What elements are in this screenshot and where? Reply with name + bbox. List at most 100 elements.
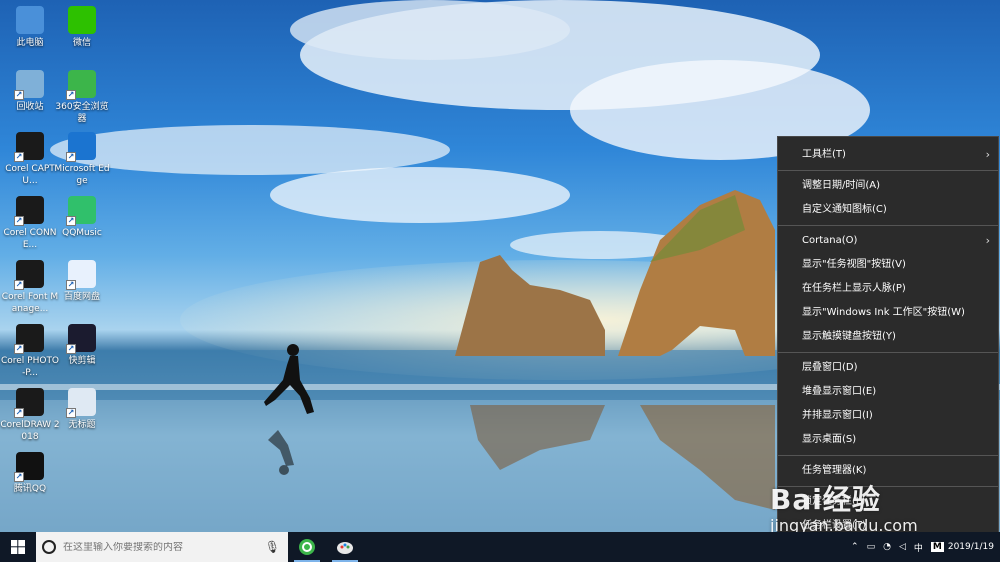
desktop-icon-label: 无标题: [68, 420, 96, 430]
context-menu-item[interactable]: 堆叠显示窗口(E): [778, 380, 998, 404]
blank-file-icon: ↗: [66, 388, 96, 418]
microphone-icon[interactable]: 🎙: [265, 540, 280, 554]
wechat-icon: [68, 6, 96, 34]
menu-separator: [778, 455, 998, 456]
context-menu-item[interactable]: 显示触摸键盘按钮(Y): [778, 325, 998, 349]
baidu-netdisk-icon: ↗: [66, 260, 96, 290]
desktop-icon[interactable]: 此电脑: [0, 6, 60, 49]
menu-item-label: 层叠窗口(D): [802, 362, 858, 373]
menu-separator: [778, 352, 998, 353]
ime-mode-indicator[interactable]: M: [930, 542, 944, 552]
desktop-icon-label: QQMusic: [62, 228, 102, 238]
desktop-icon[interactable]: ↗ QQMusic: [52, 196, 112, 239]
desktop-icon-label: 快剪辑: [68, 356, 96, 366]
menu-item-label: 显示"任务视图"按钮(V): [802, 259, 906, 270]
shortcut-arrow-icon: ↗: [66, 152, 76, 162]
desktop-icon[interactable]: ↗ Corel CONNE...: [0, 196, 60, 251]
desktop-icon-label: 百度网盘: [63, 292, 100, 302]
context-menu-item[interactable]: 显示桌面(S): [778, 428, 998, 452]
watermark-brand: Bai经验: [770, 483, 881, 516]
context-menu-item[interactable]: 工具栏(T) ›: [778, 143, 998, 167]
context-menu-item[interactable]: 显示"任务视图"按钮(V): [778, 253, 998, 277]
coreldraw-icon: ↗: [14, 388, 44, 418]
desktop-icon[interactable]: ↗ CorelDRAW 2018: [0, 388, 60, 443]
shortcut-arrow-icon: ↗: [66, 408, 76, 418]
shortcut-arrow-icon: ↗: [14, 408, 24, 418]
360-browser-icon: ↗: [66, 70, 96, 100]
battery-icon[interactable]: ▭: [867, 542, 876, 552]
corel-photo-paint-icon: ↗: [14, 324, 44, 354]
context-menu-item[interactable]: 调整日期/时间(A): [778, 174, 998, 198]
desktop-icon[interactable]: ↗ Corel PHOTO-P...: [0, 324, 60, 379]
shortcut-arrow-icon: ↗: [14, 344, 24, 354]
edge-icon: ↗: [66, 132, 96, 162]
desktop-icon-label: 回收站: [16, 102, 44, 112]
cortana-icon: [42, 540, 56, 554]
desktop-icon-label: Corel CAPTU...: [5, 164, 55, 186]
paint-palette-icon: [337, 542, 353, 554]
desktop-icon[interactable]: ↗ Corel CAPTU...: [0, 132, 60, 187]
clock-date: 2019/1/19: [947, 542, 994, 552]
desktop-icon[interactable]: ↗ 百度网盘: [52, 260, 112, 303]
menu-item-label: 显示触摸键盘按钮(Y): [802, 331, 896, 342]
menu-item-label: 自定义通知图标(C): [802, 204, 887, 215]
context-menu-item[interactable]: 层叠窗口(D): [778, 356, 998, 380]
menu-item-label: 调整日期/时间(A): [802, 180, 881, 191]
ime-indicator[interactable]: 中: [914, 541, 923, 554]
desktop-icon-label: Corel PHOTO-P...: [0, 356, 60, 378]
menu-item-label: 工具栏(T): [802, 149, 846, 160]
menu-item-label: 显示"Windows Ink 工作区"按钮(W): [802, 307, 965, 318]
start-button[interactable]: [0, 532, 36, 562]
shortcut-arrow-icon: ↗: [14, 280, 24, 290]
shortcut-arrow-icon: ↗: [14, 216, 24, 226]
desktop-icon-label: Microsoft Edge: [54, 164, 110, 186]
360-browser-icon: [299, 539, 315, 555]
desktop-icon-label: 腾讯QQ: [13, 484, 47, 494]
desktop-icon[interactable]: ↗ 回收站: [0, 70, 60, 113]
desktop-icon[interactable]: ↗ 快剪辑: [52, 324, 112, 367]
taskbar[interactable]: 🎙 ⌃ ▭ ◔ ◁ 中 M 2019/1/19: [0, 532, 1000, 562]
tray-chevron-up-icon[interactable]: ⌃: [851, 542, 859, 552]
volume-icon[interactable]: ◁: [899, 542, 906, 552]
context-menu-item[interactable]: Cortana(O) ›: [778, 229, 998, 253]
menu-item-label: 并排显示窗口(I): [802, 410, 873, 421]
shortcut-arrow-icon: ↗: [14, 90, 24, 100]
search-input[interactable]: [63, 541, 265, 553]
menu-item-label: 任务管理器(K): [802, 465, 867, 476]
corel-font-manager-icon: ↗: [14, 260, 44, 290]
desktop-icon[interactable]: ↗ Microsoft Edge: [52, 132, 112, 187]
desktop-icon-label: Corel CONNE...: [3, 228, 57, 250]
network-icon[interactable]: ◔: [883, 542, 891, 552]
taskbar-app-paint[interactable]: [326, 532, 364, 562]
desktop-icon-label: 360安全浏览器: [55, 102, 109, 124]
desktop-icon[interactable]: ↗ 360安全浏览器: [52, 70, 112, 125]
desktop-icon[interactable]: ↗ 腾讯QQ: [0, 452, 60, 495]
shortcut-arrow-icon: ↗: [14, 472, 24, 482]
context-menu-item[interactable]: 显示"Windows Ink 工作区"按钮(W): [778, 301, 998, 325]
submenu-arrow-icon: ›: [985, 234, 990, 247]
desktop-icon-label: CorelDRAW 2018: [0, 420, 60, 442]
menu-separator: [778, 225, 998, 226]
taskbar-search[interactable]: 🎙: [36, 532, 288, 562]
menu-item-label: 在任务栏上显示人脉(P): [802, 283, 906, 294]
menu-item-label: 堆叠显示窗口(E): [802, 386, 877, 397]
context-menu-item[interactable]: 在任务栏上显示人脉(P): [778, 277, 998, 301]
corel-capture-icon: ↗: [14, 132, 44, 162]
desktop-icon[interactable]: ↗ 无标题: [52, 388, 112, 431]
desktop-icon-label: Corel Font Manage...: [1, 292, 59, 314]
windows-logo-icon: [11, 540, 25, 554]
shortcut-arrow-icon: ↗: [66, 216, 76, 226]
shortcut-arrow-icon: ↗: [14, 152, 24, 162]
clock[interactable]: 2019/1/19: [948, 542, 994, 552]
taskbar-app-360-browser[interactable]: [288, 532, 326, 562]
qqmusic-icon: ↗: [66, 196, 96, 226]
shortcut-arrow-icon: ↗: [66, 280, 76, 290]
context-menu-item[interactable]: 自定义通知图标(C): [778, 198, 998, 222]
desktop-icon[interactable]: 微信: [52, 6, 112, 49]
menu-separator: [778, 170, 998, 171]
computer-icon: [16, 6, 44, 34]
desktop-icon[interactable]: ↗ Corel Font Manage...: [0, 260, 60, 315]
baidu-jingyan-watermark: Bai经验 jingyan.baidu.com: [770, 478, 918, 535]
kuaijianji-icon: ↗: [66, 324, 96, 354]
context-menu-item[interactable]: 并排显示窗口(I): [778, 404, 998, 428]
